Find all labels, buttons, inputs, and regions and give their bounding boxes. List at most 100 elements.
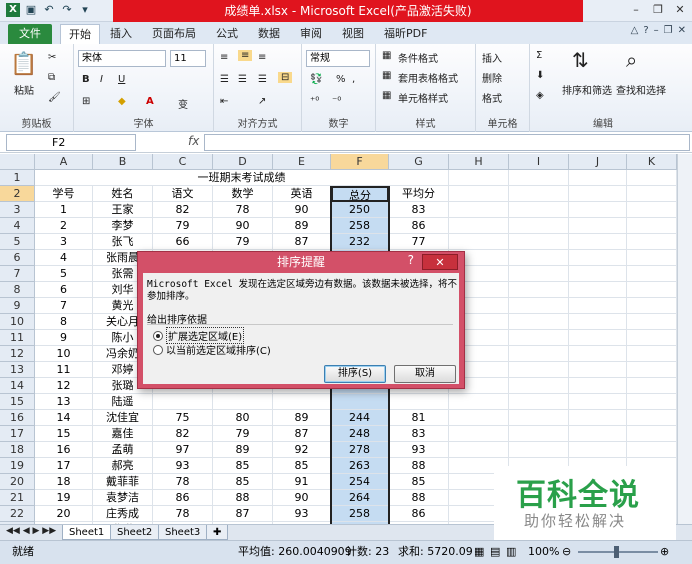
dialog-help-icon[interactable]: ? xyxy=(408,253,414,267)
cell[interactable] xyxy=(569,394,627,410)
cell[interactable]: 77 xyxy=(389,234,449,250)
sort-filter-icon[interactable]: ⇅ xyxy=(572,48,589,72)
cell[interactable]: 75 xyxy=(153,410,213,426)
row-header[interactable]: 7 xyxy=(0,266,35,282)
delete-cells-button[interactable]: 删除 xyxy=(482,70,502,85)
cell[interactable]: 张飞 xyxy=(93,234,153,250)
underline-button[interactable]: U xyxy=(118,74,125,85)
column-header-h[interactable]: H xyxy=(449,154,509,170)
column-header-a[interactable]: A xyxy=(35,154,93,170)
cell[interactable]: 12 xyxy=(35,378,93,394)
restore-icon[interactable]: ❐ xyxy=(650,2,666,18)
cell[interactable] xyxy=(273,394,331,410)
cell[interactable]: 语文 xyxy=(153,186,213,202)
cell[interactable] xyxy=(509,442,569,458)
cell[interactable]: 80 xyxy=(213,410,273,426)
row-header[interactable]: 14 xyxy=(0,378,35,394)
find-select-button[interactable]: 查找和选择 xyxy=(616,82,666,97)
cell[interactable]: 90 xyxy=(273,490,331,506)
insert-cells-button[interactable]: 插入 xyxy=(482,50,502,65)
cell[interactable]: 78 xyxy=(153,474,213,490)
cell[interactable]: 87 xyxy=(273,426,331,442)
cell[interactable] xyxy=(627,202,677,218)
percent-button[interactable]: % xyxy=(336,74,346,85)
cell[interactable]: 学号 xyxy=(35,186,93,202)
cell[interactable] xyxy=(569,234,627,250)
current-selection-radio[interactable]: 以当前选定区域排序(C) xyxy=(153,342,271,357)
cell[interactable] xyxy=(627,410,677,426)
cell[interactable]: 87 xyxy=(213,506,273,522)
view-page-layout-icon[interactable]: ▤ xyxy=(490,541,500,563)
row-header[interactable]: 13 xyxy=(0,362,35,378)
phonetic-button[interactable]: 变 xyxy=(178,96,188,111)
cell[interactable] xyxy=(569,186,627,202)
row-header[interactable]: 8 xyxy=(0,282,35,298)
row-header[interactable]: 3 xyxy=(0,202,35,218)
cut-icon[interactable]: ✂ xyxy=(48,52,56,63)
cell[interactable] xyxy=(627,314,677,330)
cell[interactable]: 86 xyxy=(389,506,449,522)
zoom-slider-thumb[interactable] xyxy=(614,546,619,558)
paste-icon[interactable]: 📋 xyxy=(10,52,37,77)
row-header[interactable]: 5 xyxy=(0,234,35,250)
cell[interactable] xyxy=(509,362,569,378)
cell[interactable]: 78 xyxy=(153,506,213,522)
align-left-icon[interactable]: ☰ xyxy=(220,74,229,85)
cell[interactable]: 83 xyxy=(389,202,449,218)
cell[interactable]: 嘉佳 xyxy=(93,426,153,442)
fill-color-icon[interactable]: ◆ xyxy=(118,96,126,107)
cell[interactable] xyxy=(569,218,627,234)
font-name-select[interactable]: 宋体 xyxy=(78,50,166,67)
row-header[interactable]: 10 xyxy=(0,314,35,330)
cell[interactable]: 14 xyxy=(35,410,93,426)
cell[interactable] xyxy=(389,394,449,410)
column-header-g[interactable]: G xyxy=(389,154,449,170)
sheet-tab-1[interactable]: Sheet1 xyxy=(62,525,112,540)
minimize-icon[interactable]: – xyxy=(628,2,644,18)
cell[interactable] xyxy=(627,250,677,266)
cell[interactable] xyxy=(509,266,569,282)
cell[interactable]: 20 xyxy=(35,506,93,522)
number-format-select[interactable]: 常规 xyxy=(306,50,370,67)
doc-restore-icon[interactable]: ❐ xyxy=(664,25,673,36)
column-header-c[interactable]: C xyxy=(153,154,213,170)
cell[interactable]: 平均分 xyxy=(389,186,449,202)
cell[interactable] xyxy=(627,298,677,314)
cell[interactable]: 2 xyxy=(35,218,93,234)
cell[interactable]: 陆遥 xyxy=(93,394,153,410)
cell[interactable]: 90 xyxy=(213,218,273,234)
cell[interactable] xyxy=(449,234,509,250)
comma-button[interactable]: , xyxy=(352,74,355,85)
sheet-tab-2[interactable]: Sheet2 xyxy=(110,525,160,540)
customize-qat-icon[interactable]: ▾ xyxy=(78,3,92,17)
cell[interactable] xyxy=(627,186,677,202)
cell[interactable]: 87 xyxy=(273,234,331,250)
tab-formulas[interactable]: 公式 xyxy=(216,24,238,44)
cell-styles-button[interactable]: 单元格样式 xyxy=(398,90,448,105)
cell[interactable]: 英语 xyxy=(273,186,331,202)
tab-data[interactable]: 数据 xyxy=(258,24,280,44)
column-header-f[interactable]: F xyxy=(331,154,389,170)
row-header[interactable]: 4 xyxy=(0,218,35,234)
format-cells-button[interactable]: 格式 xyxy=(482,90,502,105)
fill-icon[interactable]: ⬇ xyxy=(536,70,544,81)
cell[interactable]: 11 xyxy=(35,362,93,378)
select-all-corner[interactable] xyxy=(0,154,35,170)
fx-button[interactable]: fx xyxy=(188,134,199,148)
cell[interactable] xyxy=(449,426,509,442)
cell[interactable]: 8 xyxy=(35,314,93,330)
cell[interactable] xyxy=(509,426,569,442)
sheet-nav-icon[interactable]: ◀◀ ◀ ▶ ▶▶ xyxy=(6,526,56,536)
cell[interactable]: 82 xyxy=(153,202,213,218)
cell[interactable] xyxy=(627,442,677,458)
cell[interactable] xyxy=(569,282,627,298)
orientation-icon[interactable]: ↗ xyxy=(258,96,266,107)
cell[interactable]: 82 xyxy=(153,426,213,442)
cell[interactable] xyxy=(449,442,509,458)
cell[interactable] xyxy=(509,378,569,394)
cell[interactable] xyxy=(569,250,627,266)
cell[interactable]: 93 xyxy=(389,442,449,458)
cell[interactable]: 88 xyxy=(213,490,273,506)
cell[interactable]: 姓名 xyxy=(93,186,153,202)
cell[interactable]: 93 xyxy=(153,458,213,474)
